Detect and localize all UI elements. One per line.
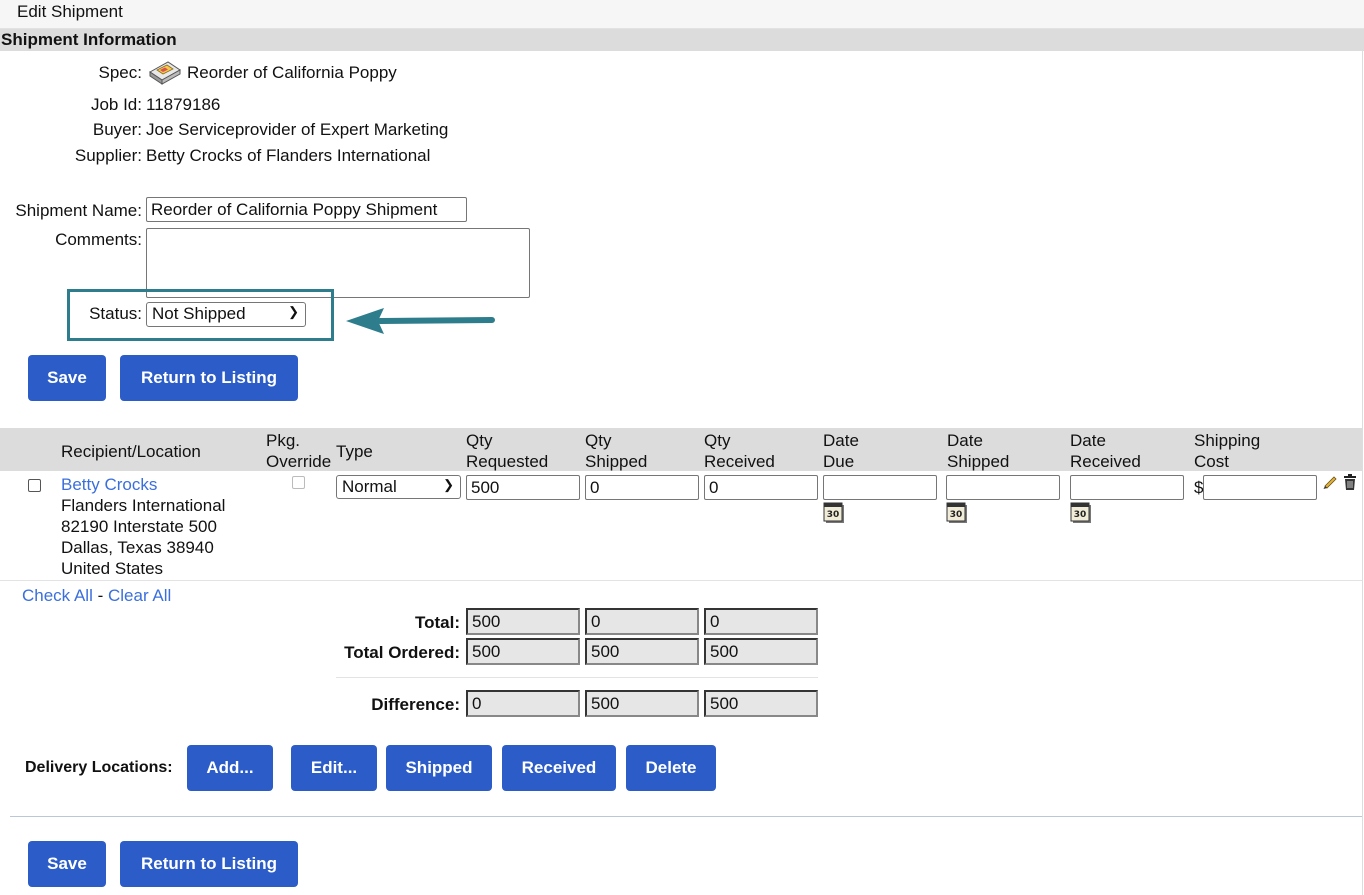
header-type: Type: [336, 442, 373, 461]
total-qty-shipped: [585, 608, 699, 635]
job-id-value: 11879186: [146, 95, 221, 114]
recipient-address-line2: 82190 Interstate 500: [61, 517, 217, 536]
row-divider: [0, 580, 1362, 581]
check-clear-links: Check All - Clear All: [22, 586, 171, 606]
spec-document-icon: [149, 61, 181, 85]
right-border: [1362, 51, 1363, 895]
clear-all-link[interactable]: Clear All: [108, 586, 171, 605]
calendar-day-text: 30: [827, 510, 840, 520]
date-due-input[interactable]: [823, 475, 937, 500]
difference-label: Difference:: [371, 695, 460, 714]
shipping-cost-input[interactable]: [1203, 475, 1317, 500]
add-location-button[interactable]: Add...: [187, 745, 273, 791]
header-qty-shipped-line1: Qty: [585, 431, 612, 450]
row-select-checkbox[interactable]: [28, 479, 41, 492]
mark-received-button[interactable]: Received: [502, 745, 616, 791]
header-date-due-line2: Due: [823, 452, 855, 471]
header-date-received-line2: Received: [1070, 452, 1141, 471]
footer-divider: [10, 816, 1362, 817]
chevron-down-icon: ❯: [443, 477, 454, 492]
save-button-bottom[interactable]: Save: [28, 841, 106, 887]
header-date-received-line1: Date: [1070, 431, 1106, 450]
total-ordered-label: Total Ordered:: [344, 643, 460, 662]
difference-shipped: [585, 690, 699, 717]
spec-label: Spec:: [98, 63, 142, 82]
recipient-address-line3: Dallas, Texas 38940: [61, 538, 214, 557]
total-label: Total:: [414, 613, 460, 632]
recipient-address-line1: Flanders International: [61, 496, 226, 515]
calendar-day-text: 30: [1074, 510, 1087, 520]
header-qty-received-line2: Received: [704, 452, 775, 471]
recipient-name-link[interactable]: Betty Crocks: [61, 475, 157, 495]
return-to-listing-button-bottom[interactable]: Return to Listing: [120, 841, 298, 887]
comments-label: Comments:: [55, 230, 142, 249]
section-header: Shipment Information: [0, 29, 1364, 51]
header-qty-requested-line2: Requested: [466, 452, 549, 471]
qty-requested-input[interactable]: [466, 475, 580, 500]
header-pkg-line2: Override: [266, 452, 332, 471]
annotation-arrow-icon: [346, 308, 495, 334]
difference-received: [704, 690, 818, 717]
return-to-listing-button[interactable]: Return to Listing: [120, 355, 298, 401]
buyer-value: Joe Serviceprovider of Expert Marketing: [146, 120, 449, 139]
supplier-value: Betty Crocks of Flanders International: [146, 146, 431, 165]
header-qty-requested-line1: Qty: [466, 431, 493, 450]
header-shipping-cost-line1: Shipping: [1194, 431, 1261, 450]
total-ordered-received: [704, 638, 818, 665]
title-bar: Edit Shipment: [0, 0, 1364, 29]
delivery-locations-label: Delivery Locations:: [25, 759, 173, 776]
totals-divider: [336, 677, 818, 678]
save-button[interactable]: Save: [28, 355, 106, 401]
header-date-due-line1: Date: [823, 431, 859, 450]
header-qty-received-line1: Qty: [704, 431, 731, 450]
difference-requested: [466, 690, 580, 717]
page-title: Edit Shipment: [17, 2, 123, 21]
header-pkg-line1: Pkg.: [266, 431, 301, 450]
total-qty-received: [704, 608, 818, 635]
link-separator: -: [92, 586, 108, 605]
check-all-link[interactable]: Check All: [22, 586, 93, 605]
spec-value: Reorder of California Poppy: [187, 63, 397, 82]
qty-received-input[interactable]: [704, 475, 818, 500]
calendar-day-text: 30: [950, 510, 963, 520]
total-ordered-shipped: [585, 638, 699, 665]
recipient-address-line4: United States: [61, 559, 164, 578]
comments-textarea[interactable]: [146, 228, 530, 298]
status-selected-value: Not Shipped: [152, 304, 246, 323]
header-date-shipped-line2: Shipped: [947, 452, 1010, 471]
mark-shipped-button[interactable]: Shipped: [386, 745, 492, 791]
shipment-name-input[interactable]: [146, 197, 467, 222]
status-label: Status:: [89, 304, 142, 323]
date-due-calendar-icon[interactable]: 30: [823, 502, 845, 524]
pkg-override-checkbox[interactable]: [292, 476, 305, 489]
chevron-down-icon: ❯: [288, 304, 299, 319]
header-recipient: Recipient/Location: [61, 442, 201, 461]
shipment-name-label: Shipment Name:: [15, 201, 142, 220]
total-qty-requested: [466, 608, 580, 635]
date-received-calendar-icon[interactable]: 30: [1070, 502, 1092, 524]
type-select[interactable]: Normal ❯: [336, 475, 461, 499]
type-selected-value: Normal: [342, 477, 397, 496]
supplier-label: Supplier:: [74, 146, 142, 165]
edit-location-button[interactable]: Edit...: [291, 745, 377, 791]
recipients-table-header: [0, 428, 1362, 471]
buyer-label: Buyer:: [92, 120, 142, 139]
header-shipping-cost-line2: Cost: [1194, 452, 1229, 471]
header-qty-shipped-line2: Shipped: [585, 452, 648, 471]
date-received-input[interactable]: [1070, 475, 1184, 500]
date-shipped-calendar-icon[interactable]: 30: [946, 502, 968, 524]
header-date-shipped-line1: Date: [947, 431, 983, 450]
trash-delete-icon[interactable]: [1342, 473, 1358, 491]
status-select[interactable]: Not Shipped ❯: [146, 302, 306, 327]
date-shipped-input[interactable]: [946, 475, 1060, 500]
pencil-edit-icon[interactable]: [1322, 474, 1338, 490]
delete-location-button[interactable]: Delete: [626, 745, 716, 791]
job-id-label: Job Id:: [90, 95, 142, 114]
section-title: Shipment Information: [1, 30, 177, 49]
qty-shipped-input[interactable]: [585, 475, 699, 500]
total-ordered-requested: [466, 638, 580, 665]
